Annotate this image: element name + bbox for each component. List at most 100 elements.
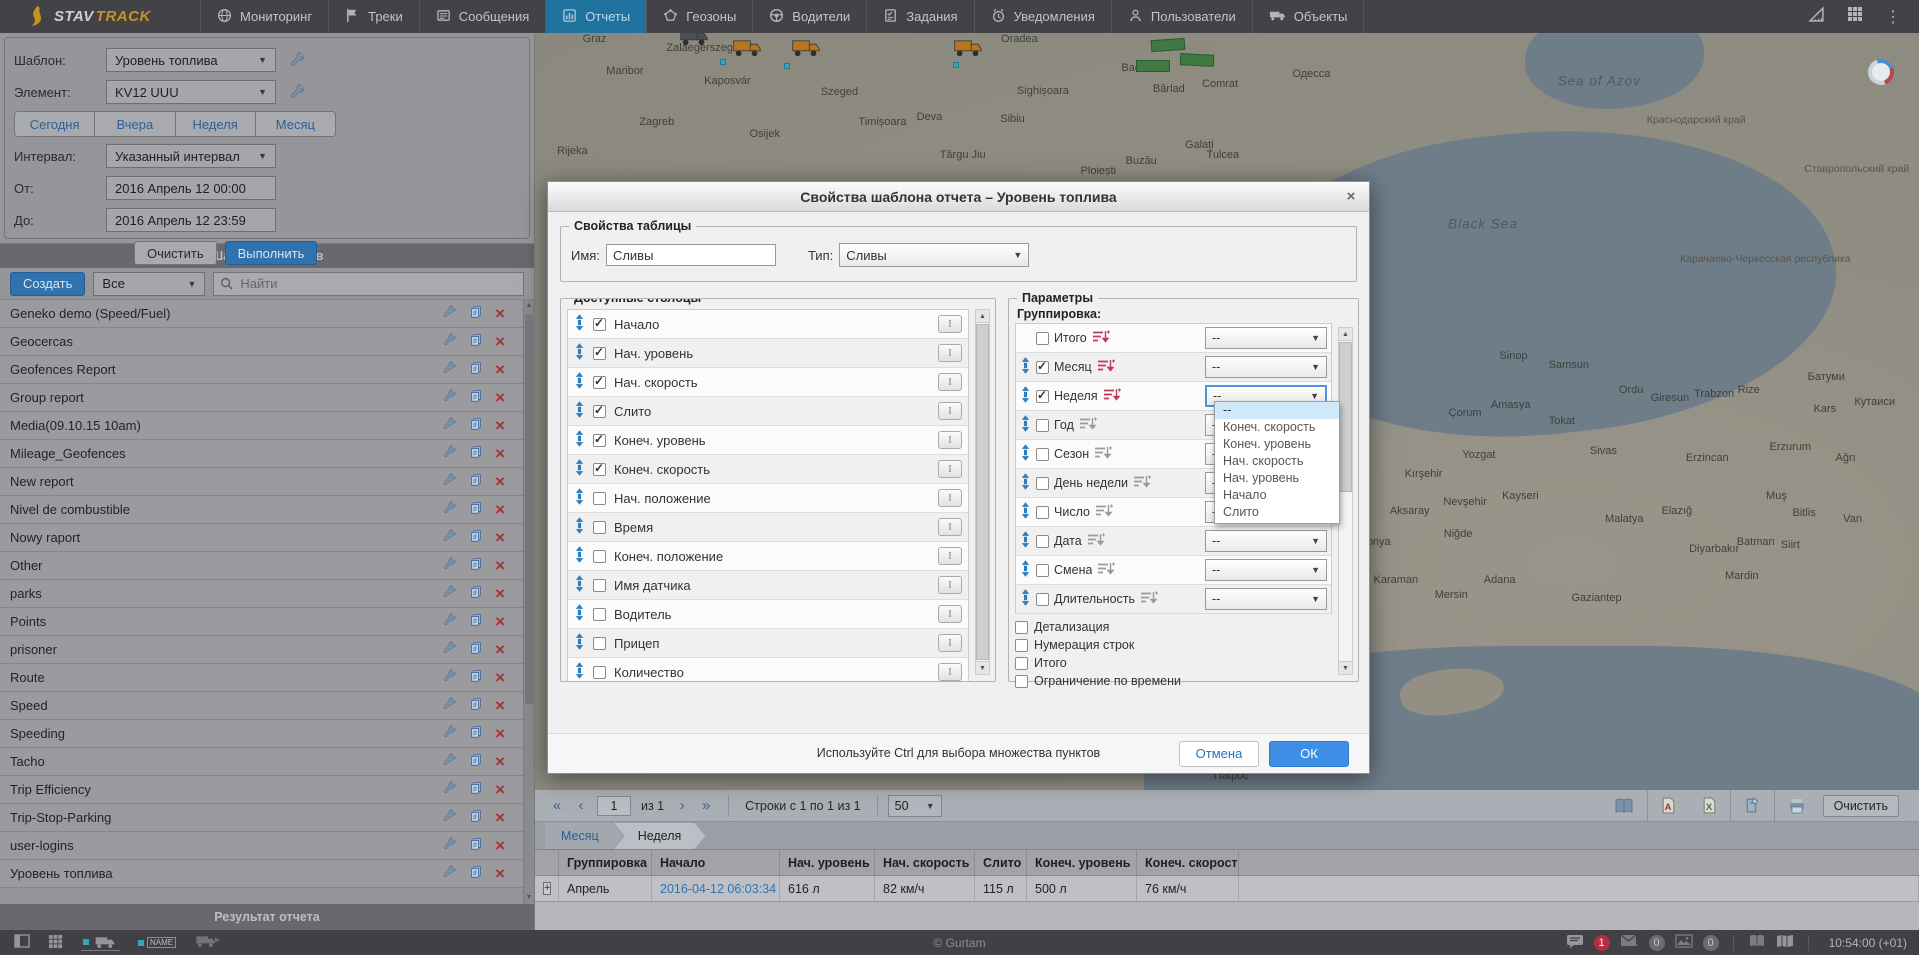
column-row[interactable]: ПрицепI (568, 629, 968, 658)
photos-icon[interactable] (1675, 934, 1693, 951)
move-updown-icon[interactable] (1020, 473, 1031, 493)
copy-icon[interactable] (469, 781, 483, 798)
delete-icon[interactable]: × (495, 781, 505, 798)
page-size-select[interactable]: 50▼ (888, 795, 942, 817)
parameters-scrollbar[interactable]: ▲ ▼ (1338, 327, 1353, 675)
result-tab-1[interactable]: Месяц (545, 823, 623, 849)
vehicle-marker-icon[interactable] (791, 37, 821, 62)
template-list-item[interactable]: prisoner× (0, 636, 523, 664)
template-list-item[interactable]: parks× (0, 580, 523, 608)
edit-wrench-icon[interactable] (443, 837, 457, 854)
last-page-button[interactable]: » (694, 797, 718, 814)
export-pdf-icon[interactable]: A (1647, 790, 1689, 822)
template-list-item[interactable]: Media(09.10.15 10am)× (0, 412, 523, 440)
sort-order-icon[interactable] (1079, 417, 1097, 434)
copy-icon[interactable] (469, 473, 483, 490)
edit-wrench-icon[interactable] (443, 305, 457, 322)
move-updown-icon[interactable] (1020, 502, 1031, 522)
delete-icon[interactable]: × (495, 529, 505, 546)
delete-icon[interactable]: × (495, 501, 505, 518)
template-list-item[interactable]: Tacho× (0, 748, 523, 776)
parameter-checkbox-row[interactable]: Детализация (1013, 618, 1358, 636)
grouping-checkbox[interactable] (1036, 477, 1049, 490)
template-list-item[interactable]: Speed× (0, 692, 523, 720)
copy-icon[interactable] (469, 697, 483, 714)
clear-form-button[interactable]: Очистить (134, 241, 217, 265)
rename-column-button[interactable]: I (938, 547, 962, 565)
templates-scrollbar[interactable]: ▲ ▼ (523, 300, 534, 904)
template-list-item[interactable]: Nowy raport× (0, 524, 523, 552)
grouping-value-select[interactable]: --▼ (1205, 588, 1327, 610)
cancel-button[interactable]: Отмена (1179, 741, 1259, 767)
edit-wrench-icon[interactable] (443, 809, 457, 826)
table-type-select[interactable]: Сливы▼ (839, 243, 1029, 267)
copy-icon[interactable] (469, 641, 483, 658)
copy-icon[interactable] (469, 809, 483, 826)
move-updown-icon[interactable] (574, 546, 585, 566)
column-checkbox[interactable] (593, 521, 606, 534)
move-updown-icon[interactable] (574, 401, 585, 421)
expand-row-button[interactable]: + (543, 882, 551, 895)
sms-envelope-icon[interactable] (1620, 934, 1639, 951)
rename-column-button[interactable]: I (938, 402, 962, 420)
column-checkbox[interactable] (593, 463, 606, 476)
sort-order-icon[interactable] (1097, 359, 1115, 376)
rename-column-button[interactable]: I (938, 373, 962, 391)
tab-tasks[interactable]: Задания (866, 0, 973, 33)
show-unit-trace-icon[interactable] (81, 935, 120, 951)
sort-order-icon[interactable] (1097, 562, 1115, 579)
rename-column-button[interactable]: I (938, 663, 962, 681)
column-checkbox[interactable] (593, 347, 606, 360)
delete-icon[interactable]: × (495, 697, 505, 714)
delete-icon[interactable]: × (495, 725, 505, 742)
export-file-icon[interactable] (1730, 790, 1774, 822)
column-row[interactable]: Имя датчикаI (568, 571, 968, 600)
result-tab-2[interactable]: Неделя (614, 823, 706, 849)
scroll-down-icon[interactable]: ▼ (976, 661, 989, 674)
overflow-menu-icon[interactable]: ⋮ (1885, 7, 1901, 27)
tab-user[interactable]: Пользователи (1111, 0, 1252, 33)
template-settings-wrench-icon[interactable] (288, 50, 308, 70)
move-updown-icon[interactable] (574, 662, 585, 682)
parameter-checkbox-row[interactable]: Нумерация строк (1013, 636, 1358, 654)
move-updown-icon[interactable] (1020, 357, 1031, 377)
edit-wrench-icon[interactable] (443, 781, 457, 798)
column-row[interactable]: ВодительI (568, 600, 968, 629)
template-list-item[interactable]: Other× (0, 552, 523, 580)
parameter-checkbox[interactable] (1015, 639, 1028, 652)
column-row[interactable]: Нач. положениеI (568, 484, 968, 513)
edit-wrench-icon[interactable] (443, 865, 457, 882)
template-list-item[interactable]: Geocercas× (0, 328, 523, 356)
grouping-value-select[interactable]: --▼ (1205, 327, 1327, 349)
measure-ruler-icon[interactable] (1808, 6, 1825, 28)
copy-icon[interactable] (469, 361, 483, 378)
execute-report-button[interactable]: Выполнить (225, 241, 318, 265)
delete-icon[interactable]: × (495, 417, 505, 434)
column-checkbox[interactable] (593, 376, 606, 389)
move-updown-icon[interactable] (574, 517, 585, 537)
delete-icon[interactable]: × (495, 865, 505, 882)
templates-filter-select[interactable]: Все▼ (93, 272, 205, 296)
dropdown-option[interactable]: Нач. уровень (1215, 470, 1339, 487)
dropdown-option[interactable]: Слито (1215, 504, 1339, 521)
parameter-checkbox[interactable] (1015, 657, 1028, 670)
delete-icon[interactable]: × (495, 585, 505, 602)
scrollbar-thumb[interactable] (976, 324, 989, 660)
first-page-button[interactable]: « (545, 797, 569, 814)
grouping-checkbox[interactable] (1036, 593, 1049, 606)
tab-flag[interactable]: Треки (328, 0, 419, 33)
column-checkbox[interactable] (593, 666, 606, 679)
report-result-footer[interactable]: Результат отчета (0, 904, 534, 930)
parameter-checkbox[interactable] (1015, 621, 1028, 634)
edit-wrench-icon[interactable] (443, 669, 457, 686)
rename-column-button[interactable]: I (938, 431, 962, 449)
quick-range-2[interactable]: Вчера (94, 112, 174, 136)
template-select[interactable]: Уровень топлива▼ (106, 48, 276, 72)
export-excel-icon[interactable]: X (1689, 790, 1730, 822)
layers-grid-icon[interactable] (48, 934, 63, 952)
move-updown-icon[interactable] (574, 314, 585, 334)
column-row[interactable]: КоличествоI (568, 658, 968, 682)
template-list-item[interactable]: user-logins× (0, 832, 523, 860)
quick-range-4[interactable]: Месяц (255, 112, 335, 136)
template-list-item[interactable]: Geofences Report× (0, 356, 523, 384)
